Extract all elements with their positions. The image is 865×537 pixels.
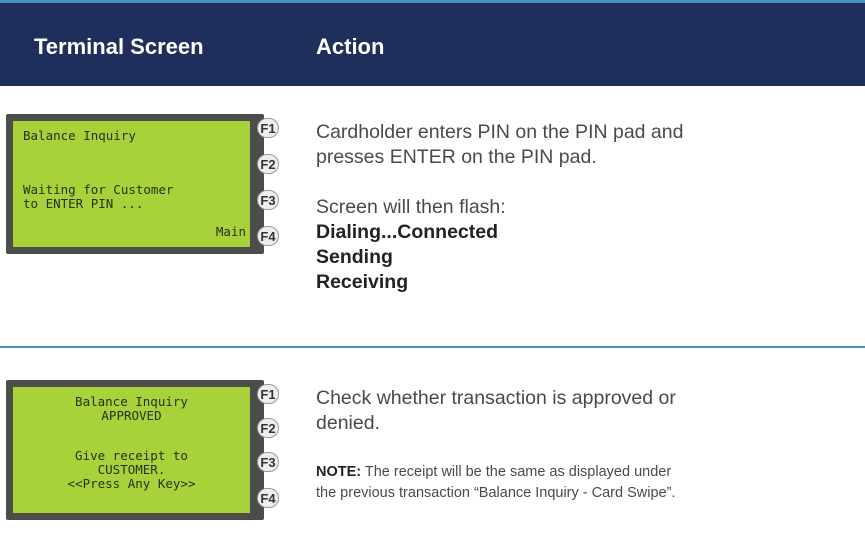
f1-key: F1: [257, 384, 279, 404]
flash-intro: Screen will then flash:: [316, 196, 506, 218]
f3-key: F3: [257, 452, 279, 472]
action-text: denied.: [316, 412, 380, 434]
table-header: Terminal Screen Action: [0, 3, 865, 86]
note-label: NOTE:: [316, 464, 362, 480]
action-text: Cardholder enters PIN on the PIN pad and: [316, 121, 684, 143]
lcd-line: <<Press Any Key>>: [67, 476, 196, 491]
action-2: Check whether transaction is approved or…: [316, 386, 676, 436]
action-1: Cardholder enters PIN on the PIN pad and…: [316, 120, 683, 295]
header-terminal-screen: Terminal Screen: [34, 34, 204, 59]
terminal-screen-2: Balance Inquiry APPROVED Give receipt to…: [6, 380, 279, 520]
note-text: the previous transaction “Balance Inquir…: [316, 485, 676, 501]
lcd-line: APPROVED: [101, 408, 162, 423]
header-action: Action: [316, 34, 385, 59]
lcd-line: Balance Inquiry: [23, 128, 136, 143]
note: NOTE: The receipt will be the same as di…: [316, 462, 675, 504]
lcd-line: Waiting for Customer: [23, 182, 174, 197]
terminal-lcd: Balance Inquiry APPROVED Give receipt to…: [13, 387, 250, 513]
terminal-lcd: Balance Inquiry Waiting for Customer to …: [13, 121, 250, 247]
row-divider: [0, 346, 865, 348]
lcd-line: CUSTOMER.: [97, 462, 166, 477]
lcd-line: Give receipt to: [75, 448, 188, 463]
flash-item: Receiving: [316, 271, 409, 293]
f2-key: F2: [257, 418, 279, 438]
f3-key: F3: [257, 190, 279, 210]
note-text: The receipt will be the same as displaye…: [361, 464, 672, 480]
lcd-line: Balance Inquiry: [75, 394, 188, 409]
f4-key: F4: [257, 226, 279, 246]
flash-item: Dialing...Connected: [316, 221, 499, 243]
action-text: Check whether transaction is approved or: [316, 387, 676, 409]
flash-item: Sending: [316, 246, 393, 268]
lcd-line: Main: [215, 224, 246, 239]
lcd-line: to ENTER PIN ...: [23, 196, 144, 211]
action-text: presses ENTER on the PIN pad.: [316, 146, 597, 168]
terminal-screen-1: Balance Inquiry Waiting for Customer to …: [6, 114, 279, 254]
f2-key: F2: [257, 154, 279, 174]
f1-key: F1: [257, 118, 279, 138]
f4-key: F4: [257, 488, 279, 508]
